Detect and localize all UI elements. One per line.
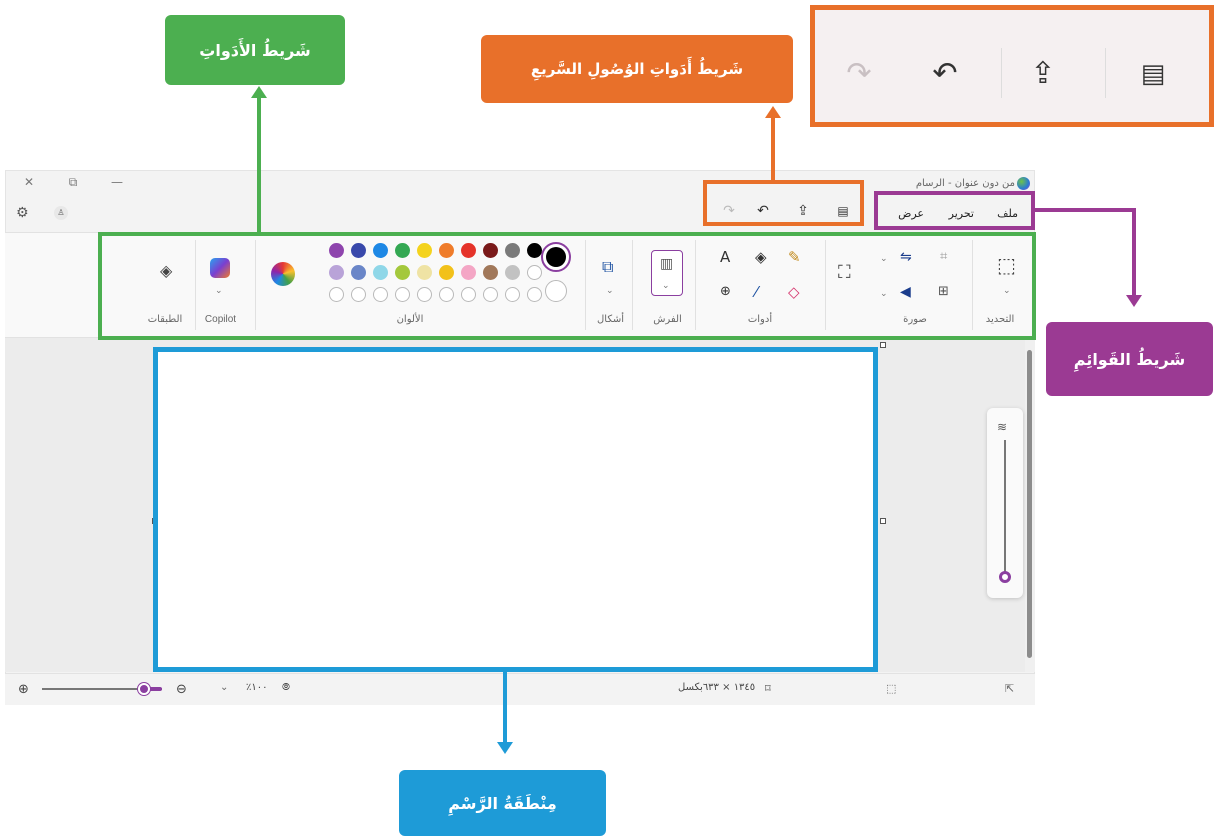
toolbar-highlight xyxy=(98,232,1036,340)
gear-icon[interactable]: ⚙ xyxy=(16,205,29,221)
canvas-pointer-line xyxy=(503,672,507,744)
canvas-pointer-arrow xyxy=(497,742,513,754)
brush-size-track[interactable] xyxy=(1004,440,1006,580)
paint-logo-icon xyxy=(1017,177,1030,190)
toolbar-pointer-line xyxy=(257,95,261,232)
window-title: من دون عنوان - الرسام xyxy=(915,178,1015,189)
canvas-highlight xyxy=(153,347,878,672)
redo-icon: ↷ xyxy=(846,56,872,91)
toolbar-callout: شَريطُ الأَدَواتِ xyxy=(165,15,345,85)
menu-callout: شَريطُ القَوائِمِ xyxy=(1046,322,1213,396)
quick-access-zoomed: ↷ ↶ ⇪ ▤ xyxy=(810,5,1214,127)
cursor-position-icon: ⇱ xyxy=(1005,682,1015,695)
toolbar-pointer-arrow xyxy=(251,86,267,98)
chevron-down-icon[interactable]: ⌄ xyxy=(220,682,228,693)
menu-pointer-line xyxy=(1132,208,1136,296)
zoom-in-icon[interactable]: ⊕ xyxy=(18,682,29,697)
quick-access-pointer-arrow xyxy=(765,106,781,118)
canvas-size-icon: ⌑ xyxy=(765,682,771,695)
selection-size-icon: ⬚ xyxy=(886,682,897,695)
zoom-percent: ٪١٠٠ xyxy=(246,682,268,693)
quick-access-callout: شَريطُ أَدَواتِ الوُصُولِ السَّريعِ xyxy=(481,35,793,103)
resize-handle[interactable] xyxy=(880,518,886,524)
resize-handle[interactable] xyxy=(880,342,886,348)
menu-pointer-arrow xyxy=(1126,295,1142,307)
close-icon[interactable]: ✕ xyxy=(17,175,41,189)
zoom-out-icon[interactable]: ⊖ xyxy=(176,682,187,697)
minimize-icon[interactable]: — xyxy=(105,175,129,189)
menu-bar-highlight xyxy=(874,191,1035,230)
canvas-callout: مِنْطَقَةُ الرَّسْمِ xyxy=(399,770,606,836)
quick-access-highlight xyxy=(703,180,864,226)
save-icon: ▤ xyxy=(1140,59,1166,89)
quick-access-pointer-line xyxy=(771,115,775,180)
fit-to-window-icon[interactable]: ⦾ xyxy=(282,682,290,693)
share-icon: ⇪ xyxy=(1030,56,1056,91)
divider xyxy=(1105,48,1106,98)
account-icon[interactable]: ♙ xyxy=(54,206,68,220)
zoom-slider-knob[interactable] xyxy=(138,683,150,695)
menu-pointer-line xyxy=(1035,208,1136,212)
undo-icon: ↶ xyxy=(932,56,958,91)
stroke-size-icon: ≋ xyxy=(997,420,1008,434)
canvas-size: ١٣٤٥ × ٦٣٣بكسل xyxy=(678,682,756,693)
restore-icon[interactable]: ⧉ xyxy=(61,175,85,190)
divider xyxy=(1001,48,1002,98)
brush-size-knob[interactable] xyxy=(999,571,1011,583)
scroll-thumb[interactable] xyxy=(1027,350,1032,658)
